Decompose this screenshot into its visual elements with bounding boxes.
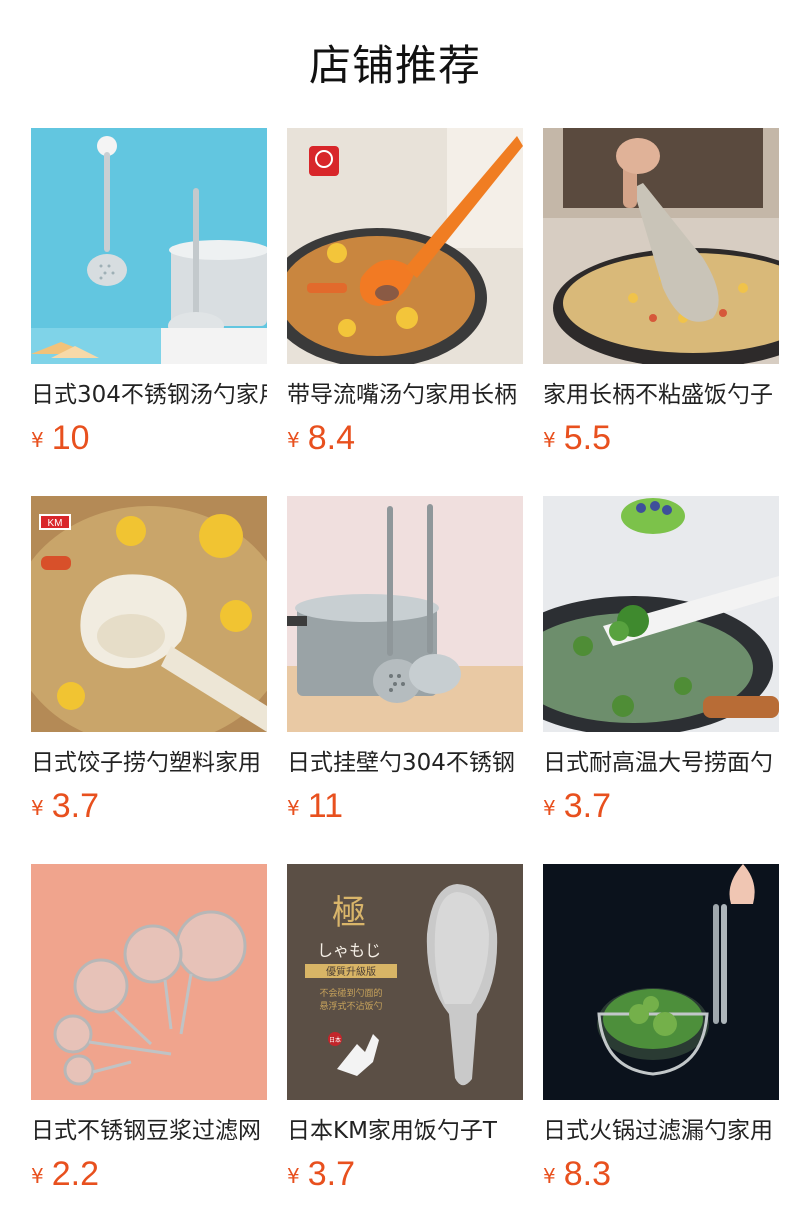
product-card[interactable]: 極 しゃもじ 優質升級版 不会碰到勺面的 悬浮式不沾饭勺 日本 日本KM家用饭勺…	[287, 864, 523, 1232]
currency-symbol: ¥	[287, 428, 300, 452]
currency-symbol: ¥	[31, 428, 44, 452]
poster-subtitle: しゃもじ	[317, 941, 381, 960]
product-name[interactable]: 带导流嘴汤勺家用长柄	[287, 378, 523, 412]
recommendation-page: 店铺推荐 日式304不锈钢汤勺家用 ¥ 10 带导流嘴汤勺家用长柄 ¥ 8.4 …	[0, 0, 790, 1232]
product-name[interactable]: 家用长柄不粘盛饭勺子	[543, 378, 779, 412]
hotpot-strainer-image	[543, 864, 779, 1100]
product-image[interactable]	[31, 128, 267, 364]
product-grid: 日式304不锈钢汤勺家用 ¥10 带导流嘴汤勺家用长柄 ¥ 8.4 家用长柄不粘…	[31, 128, 779, 1232]
product-card[interactable]: 日式火锅过滤漏勺家用 ¥8.3	[543, 864, 779, 1232]
currency-symbol: ¥	[543, 796, 556, 820]
price-amount: 5.5	[563, 419, 611, 457]
product-price: ¥8.3	[543, 1154, 779, 1194]
product-image[interactable]: KM	[31, 496, 267, 732]
poster-line1: 不会碰到勺面的	[319, 987, 382, 999]
price-amount: 3.7	[307, 1155, 355, 1193]
currency-symbol: ¥	[287, 796, 300, 820]
product-price: ¥5.5	[543, 418, 779, 458]
product-image[interactable]	[31, 864, 267, 1100]
currency-symbol: ¥	[543, 1164, 556, 1188]
dumpling-ladle-image: KM	[31, 496, 267, 732]
brand-badge: KM	[48, 518, 63, 529]
product-price: ¥3.7	[287, 1154, 523, 1194]
product-price: ¥3.7	[543, 786, 779, 826]
product-name[interactable]: 日式耐高温大号捞面勺	[543, 746, 779, 780]
product-name[interactable]: 日式304不锈钢汤勺家用	[31, 378, 267, 412]
product-card[interactable]: 日式不锈钢豆浆过滤网 ¥2.2	[31, 864, 267, 1232]
product-image[interactable]	[543, 496, 779, 732]
product-name[interactable]: 日式不锈钢豆浆过滤网	[31, 1114, 267, 1148]
product-card[interactable]: 日式耐高温大号捞面勺 ¥3.7	[543, 496, 779, 864]
page-title: 店铺推荐	[308, 41, 481, 90]
noodle-server-image	[543, 496, 779, 732]
product-card[interactable]: 日式304不锈钢汤勺家用 ¥10	[31, 128, 267, 496]
currency-symbol: ¥	[543, 428, 556, 452]
product-image[interactable]	[543, 128, 779, 364]
strainers-image	[31, 864, 267, 1100]
product-price: ¥10	[31, 418, 267, 458]
price-amount: 3.7	[563, 787, 611, 825]
product-card[interactable]: 家用长柄不粘盛饭勺子 ¥5.5	[543, 128, 779, 496]
product-price: ¥11	[287, 786, 523, 826]
product-image[interactable]: 極 しゃもじ 優質升級版 不会碰到勺面的 悬浮式不沾饭勺 日本	[287, 864, 523, 1100]
product-image[interactable]	[543, 864, 779, 1100]
product-name[interactable]: 日式挂壁勺304不锈钢	[287, 746, 523, 780]
price-amount: 11	[307, 787, 344, 825]
product-name[interactable]: 日本KM家用饭勺子T	[287, 1114, 523, 1148]
product-card[interactable]: 带导流嘴汤勺家用长柄 ¥8.4	[287, 128, 523, 496]
product-price: ¥3.7	[31, 786, 267, 826]
price-amount: 8.3	[563, 1155, 611, 1193]
price-amount: 3.7	[51, 787, 99, 825]
price-amount: 2.2	[51, 1155, 99, 1193]
product-price: ¥8.4	[287, 418, 523, 458]
currency-symbol: ¥	[31, 796, 44, 820]
product-name[interactable]: 日式饺子捞勺塑料家用	[31, 746, 267, 780]
product-card[interactable]: KM 日式饺子捞勺塑料家用 ¥3.7	[31, 496, 267, 864]
product-price: ¥2.2	[31, 1154, 267, 1194]
price-amount: 10	[51, 419, 90, 457]
rice-paddle-poster-image: 極 しゃもじ 優質升級版 不会碰到勺面的 悬浮式不沾饭勺 日本	[287, 864, 523, 1100]
currency-symbol: ¥	[287, 1164, 300, 1188]
ladle-skimmer-image	[31, 128, 267, 364]
poster-line2: 悬浮式不沾饭勺	[319, 1000, 382, 1012]
orange-ladle-image	[287, 128, 523, 364]
currency-symbol: ¥	[31, 1164, 44, 1188]
rice-paddle-image	[543, 128, 779, 364]
product-image[interactable]	[287, 496, 523, 732]
poster-seal: 日本	[329, 1036, 341, 1044]
product-image[interactable]	[287, 128, 523, 364]
price-amount: 8.4	[307, 419, 355, 457]
product-name[interactable]: 日式火锅过滤漏勺家用	[543, 1114, 779, 1148]
product-card[interactable]: 日式挂壁勺304不锈钢 ¥11	[287, 496, 523, 864]
poster-ribbon: 優質升級版	[326, 965, 376, 978]
poster-big-char: 極	[332, 893, 366, 933]
pot-ladles-image	[287, 496, 523, 732]
